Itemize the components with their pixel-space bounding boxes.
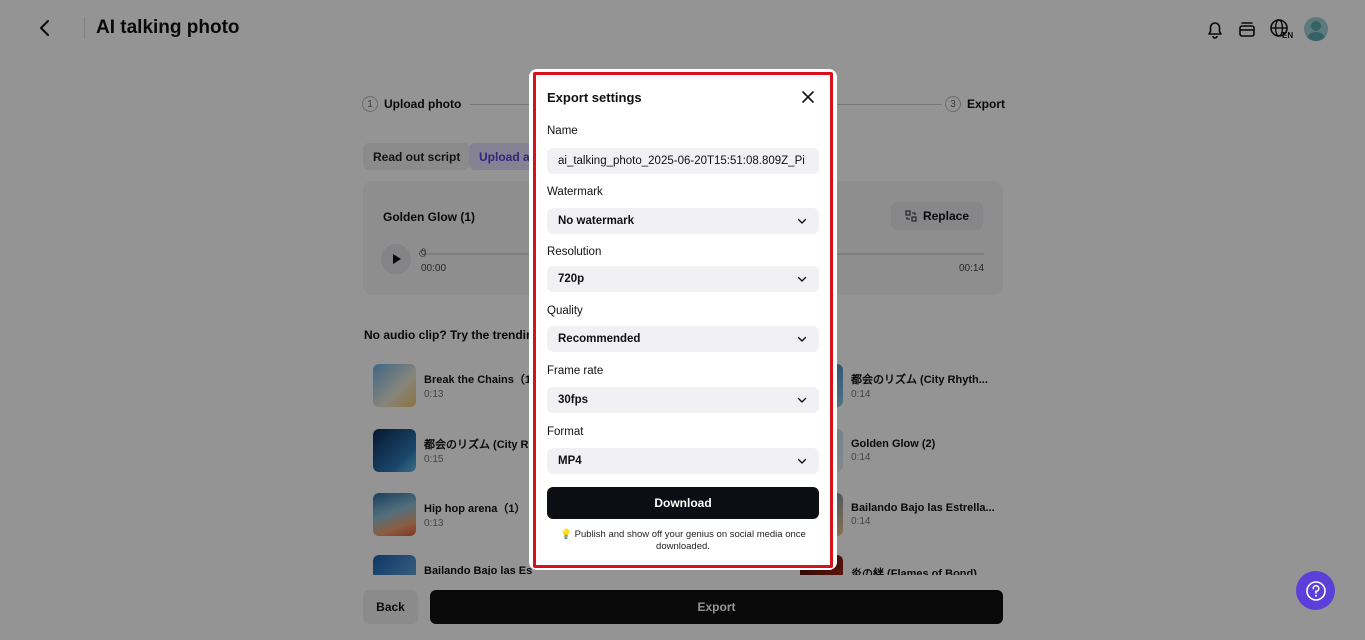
help-button[interactable] (1296, 571, 1335, 610)
framerate-label: Frame rate (547, 365, 604, 377)
chevron-down-icon (797, 276, 807, 282)
framerate-value: 30fps (558, 394, 589, 406)
quality-label: Quality (547, 305, 583, 317)
export-settings-dialog: Export settings Name Watermark No waterm… (529, 69, 837, 570)
download-button[interactable]: Download (547, 487, 819, 519)
dialog-title: Export settings (547, 90, 642, 105)
publish-tip: 💡 Publish and show off your genius on so… (557, 529, 809, 553)
question-mark-icon (1305, 580, 1326, 601)
resolution-select[interactable]: 720p (547, 266, 819, 292)
chevron-down-icon (797, 397, 807, 403)
chevron-down-icon (797, 458, 807, 464)
watermark-label: Watermark (547, 186, 603, 198)
name-label: Name (547, 125, 578, 137)
watermark-value: No watermark (558, 215, 635, 227)
framerate-select[interactable]: 30fps (547, 387, 819, 413)
format-select[interactable]: MP4 (547, 448, 819, 474)
watermark-select[interactable]: No watermark (547, 208, 819, 234)
name-input[interactable] (558, 155, 808, 167)
chevron-down-icon (797, 336, 807, 342)
lightbulb-icon: 💡 (560, 529, 573, 540)
resolution-label: Resolution (547, 246, 602, 258)
chevron-down-icon (797, 218, 807, 224)
close-icon[interactable] (800, 89, 816, 105)
quality-select[interactable]: Recommended (547, 326, 819, 352)
format-value: MP4 (558, 455, 582, 467)
quality-value: Recommended (558, 333, 641, 345)
tip-text: Publish and show off your genius on soci… (574, 529, 806, 552)
name-field[interactable] (547, 148, 819, 174)
resolution-value: 720p (558, 273, 585, 285)
format-label: Format (547, 426, 584, 438)
